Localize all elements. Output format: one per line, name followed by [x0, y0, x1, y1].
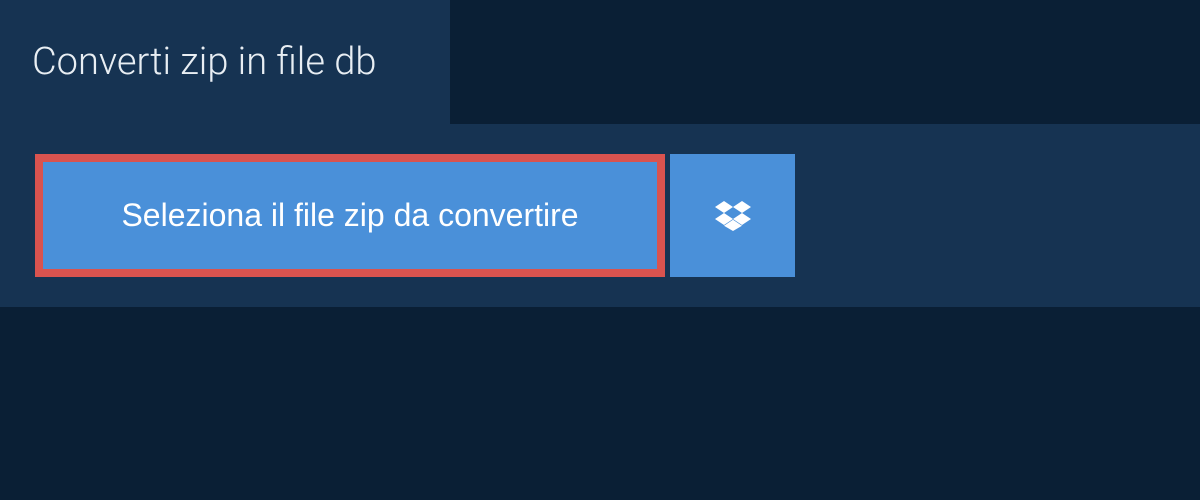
dropbox-icon [715, 198, 751, 234]
content-panel: Seleziona il file zip da convertire [0, 124, 1200, 307]
select-file-label: Seleziona il file zip da convertire [121, 197, 578, 234]
dropbox-button[interactable] [670, 154, 795, 277]
page-title: Converti zip in file db [0, 0, 450, 124]
button-group: Seleziona il file zip da convertire [35, 154, 795, 277]
select-file-button[interactable]: Seleziona il file zip da convertire [35, 154, 665, 277]
